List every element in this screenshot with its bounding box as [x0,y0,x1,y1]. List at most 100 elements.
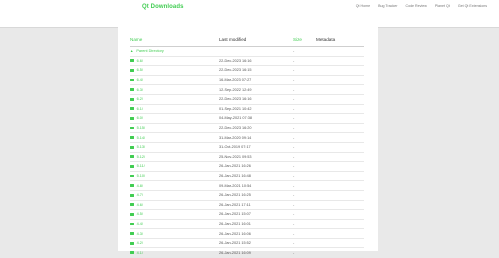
folder-icon [130,59,134,63]
folder-icon [130,107,134,111]
row-size: - [293,180,316,191]
table-row: 5.12/25-Nov-2021 09:53- [130,152,364,163]
row-size: - [293,152,316,163]
top-nav: Qt Home Bug Tracker Code Review Planet Q… [356,4,487,8]
folder-icon [130,78,134,82]
header-metadata: Metadata [316,27,364,47]
folder-link[interactable]: 5.11/ [137,164,145,168]
nav-planet-qt[interactable]: Planet Qt [435,4,450,8]
header-name[interactable]: Name [130,27,219,47]
folder-link[interactable]: 6.4/ [137,78,143,82]
parent-directory-link[interactable]: Parent Directory [136,49,163,53]
folder-icon [130,241,134,245]
row-size: - [293,219,316,230]
row-meta [316,152,364,163]
row-modified: 22-Dec-2023 16:16 [219,94,293,105]
folder-icon [130,222,134,226]
folder-link[interactable]: 5.10/ [137,174,145,178]
header-modified[interactable]: Last modified [219,27,293,47]
folder-icon [130,184,134,187]
folder-link[interactable]: 4.4/ [137,222,143,226]
folder-link[interactable]: 6.5/ [137,68,143,72]
row-size: - [293,84,316,95]
row-size: - [293,123,316,134]
sort-size-link[interactable]: Size [293,37,302,42]
row-size: - [293,104,316,115]
sort-modified-link[interactable]: Last modified [219,37,246,42]
folder-link[interactable]: 4.6/ [137,203,143,207]
row-modified: 26-Jan-2021 15:07 [219,209,293,220]
row-modified: 22-Dec-2023 16:16 [219,56,293,67]
folder-link[interactable]: 4.7/ [137,193,143,197]
table-header-row: Name Last modified Size Metadata [130,27,364,47]
row-modified: 26-Jan-2021 15:52 [219,238,293,249]
folder-icon [130,88,134,92]
row-size: - [293,161,316,172]
row-meta [316,65,364,76]
folder-link[interactable]: 5.14/ [137,136,145,140]
folder-link[interactable]: 4.3/ [137,232,143,236]
row-size: - [293,65,316,76]
row-meta [316,142,364,153]
folder-link[interactable]: 4.2/ [137,241,143,245]
content-panel: Name Last modified Size Metadata ▲ Parent… [118,27,378,258]
row-modified: 31-Mar-2020 09:14 [219,132,293,143]
row-modified: 12-Sep-2022 12:49 [219,84,293,95]
nav-get-qt-extensions[interactable]: Get Qt Extensions [458,4,487,8]
row-meta [316,171,364,182]
folder-link[interactable]: 4.1/ [137,251,143,255]
parent-directory-row: ▲ Parent Directory - [130,46,364,57]
row-size: - [293,94,316,105]
folder-icon [130,145,134,149]
table-row: 5.13/31-Oct-2019 07:17- [130,142,364,153]
folder-icon [130,174,134,178]
row-modified: 04-May-2021 07:38 [219,113,293,124]
site-title[interactable]: Qt Downloads [142,4,184,10]
folder-link[interactable]: 4.5/ [137,212,143,216]
folder-link[interactable]: 6.0/ [137,116,143,120]
row-modified: 31-Oct-2019 07:17 [219,142,293,153]
folder-icon [130,126,134,130]
row-meta [316,180,364,191]
table-row: 6.5/22-Dec-2023 16:15- [130,65,364,76]
row-meta [316,84,364,95]
folder-icon [130,232,134,235]
row-modified: 26-Jan-2021 16:09 [219,247,293,258]
parent-size: - [293,46,316,57]
nav-bug-tracker[interactable]: Bug Tracker [378,4,397,8]
row-size: - [293,228,316,239]
folder-link[interactable]: 5.15/ [137,126,145,130]
table-row: 4.7/26-Jan-2021 16:25- [130,190,364,201]
folder-link[interactable]: 4.8/ [137,184,143,188]
row-modified: 26-Jan-2021 16:01 [219,219,293,230]
header-size[interactable]: Size [293,27,316,47]
row-modified: 22-Dec-2023 16:15 [219,65,293,76]
folder-link[interactable]: 6.3/ [137,88,143,92]
folder-icon [130,136,134,140]
nav-qt-home[interactable]: Qt Home [356,4,370,8]
table-row: 6.4/16-Mar-2023 07:27- [130,75,364,86]
folder-link[interactable]: 6.1/ [137,107,143,111]
row-modified: 26-Jan-2021 16:06 [219,228,293,239]
row-size: - [293,238,316,249]
folder-link[interactable]: 5.13/ [137,145,145,149]
nav-code-review[interactable]: Code Review [405,4,426,8]
folder-icon [130,117,134,120]
row-modified: 26-Jan-2021 16:25 [219,190,293,201]
metadata-label: Metadata [316,36,336,42]
folder-icon [130,165,134,168]
row-modified: 09-Mar-2021 10:54 [219,180,293,191]
row-size: - [293,171,316,182]
row-meta [316,238,364,249]
row-meta [316,190,364,201]
table-row: 5.14/31-Mar-2020 09:14- [130,132,364,143]
folder-link[interactable]: 6.6/ [137,59,143,63]
folder-link[interactable]: 5.12/ [137,155,145,159]
folder-link[interactable]: 6.2/ [137,97,143,101]
row-meta [316,161,364,172]
row-meta [316,219,364,230]
row-size: - [293,200,316,211]
row-modified: 25-Nov-2021 09:53 [219,152,293,163]
sort-name-link[interactable]: Name [130,37,142,42]
row-modified: 26-Jan-2021 16:26 [219,161,293,172]
